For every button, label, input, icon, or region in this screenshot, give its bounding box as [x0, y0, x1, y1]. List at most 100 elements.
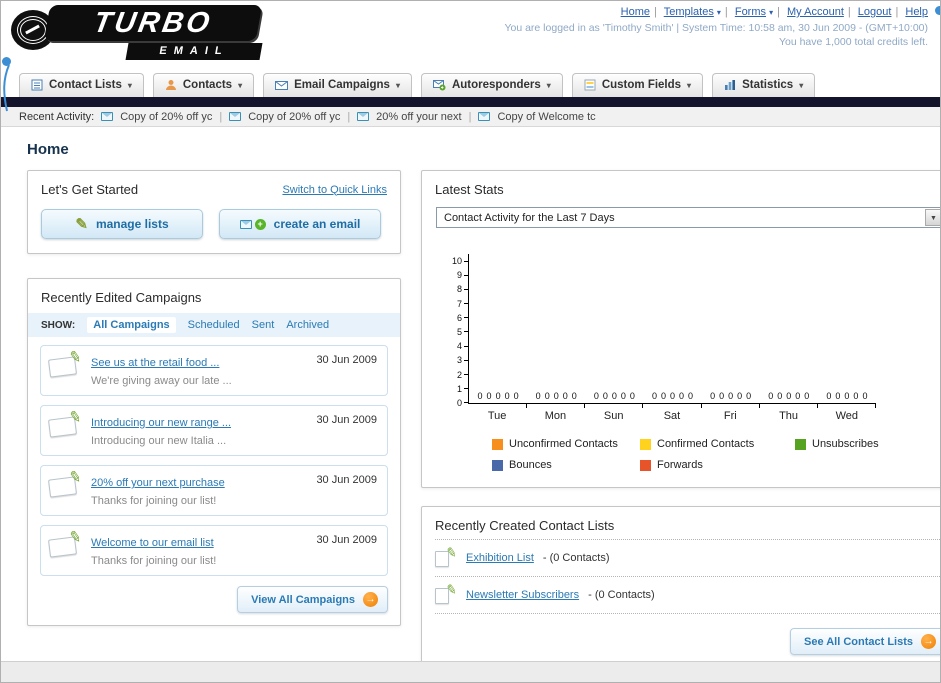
campaign-title-link[interactable]: Welcome to our email list: [91, 537, 214, 549]
header: TURBO EMAIL Home | Templates ▾ | Forms ▾ | …: [1, 1, 940, 112]
tab-custom-fields[interactable]: Custom Fields ▾: [571, 73, 704, 97]
bar-value-label: 0: [786, 391, 792, 401]
chart-bar-group: 00000: [469, 391, 528, 408]
contact-list-row[interactable]: ✎ Exhibition List - (0 Contacts): [422, 540, 940, 576]
tab-label: Contacts: [182, 79, 233, 91]
chevron-down-icon: ▾: [127, 80, 132, 90]
campaign-subtitle: Thanks for joining our list!: [91, 555, 217, 567]
bar-value-label: 0: [669, 391, 675, 401]
get-started-title: Let's Get Started: [41, 182, 139, 197]
campaign-title-link[interactable]: Introducing our new range ...: [91, 417, 231, 429]
legend-entry: Confirmed Contacts: [640, 438, 795, 450]
manage-lists-button[interactable]: ✎ manage lists: [41, 209, 203, 239]
bar-value-label: 0: [495, 391, 501, 401]
show-label: SHOW:: [41, 319, 76, 331]
envelope-icon: [357, 112, 370, 121]
contact-list-link[interactable]: Exhibition List: [466, 552, 534, 564]
nav-divider-bar: [1, 97, 940, 107]
envelope-pencil-icon: ✎: [48, 408, 83, 439]
campaigns-title: Recently Edited Campaigns: [41, 290, 202, 305]
bar-value-label: 0: [804, 391, 810, 401]
home-link[interactable]: Home: [621, 6, 650, 18]
filter-archived[interactable]: Archived: [286, 319, 329, 331]
bar-value-label: 0: [571, 391, 577, 401]
tab-label: Email Campaigns: [294, 79, 390, 91]
chart-bar-group: 00000: [643, 391, 702, 408]
x-axis-label: Tue: [487, 410, 507, 422]
y-tick-label: 3: [457, 356, 468, 365]
campaign-row[interactable]: ✎ Introducing our new range ... Introduc…: [40, 405, 388, 456]
contact-list-row[interactable]: ✎ Newsletter Subscribers - (0 Contacts): [422, 577, 940, 613]
app-window: TURBO EMAIL Home | Templates ▾ | Forms ▾ | …: [0, 0, 941, 683]
view-all-campaigns-button[interactable]: View All Campaigns →: [237, 586, 388, 613]
tab-label: Autoresponders: [451, 79, 541, 91]
pencil-icon: ✎: [75, 216, 88, 233]
recent-activity-item[interactable]: Copy of Welcome tc: [497, 111, 595, 123]
bar-value-label: 0: [513, 391, 519, 401]
envelope-pencil-icon: ✎: [48, 468, 83, 499]
tab-statistics[interactable]: Statistics ▾: [712, 73, 816, 97]
x-axis-label: Fri: [723, 410, 737, 422]
envelope-icon: [478, 112, 491, 121]
legend-entry: Unsubscribes: [795, 438, 935, 450]
create-email-label: create an email: [273, 217, 361, 231]
filter-scheduled[interactable]: Scheduled: [188, 319, 240, 331]
statistics-icon: [725, 80, 736, 90]
chart-bar-group: 00000: [760, 391, 818, 408]
legend-swatch: [640, 438, 651, 450]
top-links: Home | Templates ▾ | Forms ▾ | My Account | …: [504, 6, 928, 18]
campaigns-panel: Recently Edited Campaigns SHOW: All Camp…: [27, 278, 401, 626]
y-tick-label: 9: [457, 271, 468, 280]
tab-contacts[interactable]: Contacts ▾: [152, 73, 255, 97]
campaign-title-link[interactable]: See us at the retail food ...: [91, 357, 219, 369]
create-email-button[interactable]: + create an email: [219, 209, 381, 239]
login-info: You are logged in as 'Timothy Smith' | S…: [504, 22, 928, 34]
tab-email-campaigns[interactable]: Email Campaigns ▾: [263, 73, 412, 97]
y-tick-label: 2: [457, 370, 468, 379]
recent-activity-item[interactable]: Copy of 20% off yc: [120, 111, 212, 123]
recent-activity-item[interactable]: Copy of 20% off yc: [248, 111, 340, 123]
tab-autoresponders[interactable]: Autoresponders ▾: [420, 73, 563, 97]
separator: |: [847, 6, 851, 18]
campaign-title-link[interactable]: 20% off your next purchase: [91, 477, 225, 489]
campaign-list: ✎ See us at the retail food ... We're gi…: [28, 337, 400, 578]
y-tick-label: 5: [457, 327, 468, 336]
help-link[interactable]: Help: [905, 6, 928, 18]
left-column: Let's Get Started Switch to Quick Links …: [27, 170, 401, 626]
bar-value-label: 0: [777, 391, 783, 401]
forms-link[interactable]: Forms: [735, 6, 766, 18]
chevron-down-icon: ▾: [395, 80, 400, 90]
x-axis-label: Mon: [544, 410, 567, 422]
filter-sent[interactable]: Sent: [252, 319, 275, 331]
bar-value-label: 0: [544, 391, 550, 401]
campaign-date: 30 Jun 2009: [316, 414, 377, 426]
stats-period-select[interactable]: Contact Activity for the Last 7 Days ▼: [436, 207, 940, 228]
bar-value-label: 0: [826, 391, 832, 401]
bar-value-label: 0: [629, 391, 635, 401]
tab-contact-lists[interactable]: Contact Lists ▾: [19, 73, 144, 97]
bar-value-label: 0: [844, 391, 850, 401]
envelope-icon: [239, 219, 252, 229]
campaign-row[interactable]: ✎ Welcome to our email list Thanks for j…: [40, 525, 388, 576]
bar-value-label: 0: [688, 391, 694, 401]
y-tick-label: 7: [457, 299, 468, 308]
get-started-panel: Let's Get Started Switch to Quick Links …: [27, 170, 401, 254]
bar-value-label: 0: [602, 391, 608, 401]
templates-link[interactable]: Templates: [664, 6, 714, 18]
chevron-down-icon: ▾: [799, 80, 804, 90]
x-axis-label: Sun: [603, 410, 624, 422]
contact-list-link[interactable]: Newsletter Subscribers: [466, 589, 579, 601]
x-axis-label: Sat: [663, 410, 681, 422]
campaign-row[interactable]: ✎ 20% off your next purchase Thanks for …: [40, 465, 388, 516]
recent-activity-item[interactable]: 20% off your next: [376, 111, 461, 123]
filter-all-campaigns[interactable]: All Campaigns: [87, 317, 176, 333]
legend-swatch: [640, 459, 651, 471]
campaign-row[interactable]: ✎ See us at the retail food ... We're gi…: [40, 345, 388, 396]
my-account-link[interactable]: My Account: [787, 6, 844, 18]
bar-value-label: 0: [768, 391, 774, 401]
bar-value-label: 0: [862, 391, 868, 401]
logout-link[interactable]: Logout: [858, 6, 892, 18]
see-all-contact-lists-button[interactable]: See All Contact Lists →: [789, 628, 940, 655]
tab-label: Statistics: [742, 79, 794, 91]
switch-quick-links[interactable]: Switch to Quick Links: [282, 184, 387, 196]
